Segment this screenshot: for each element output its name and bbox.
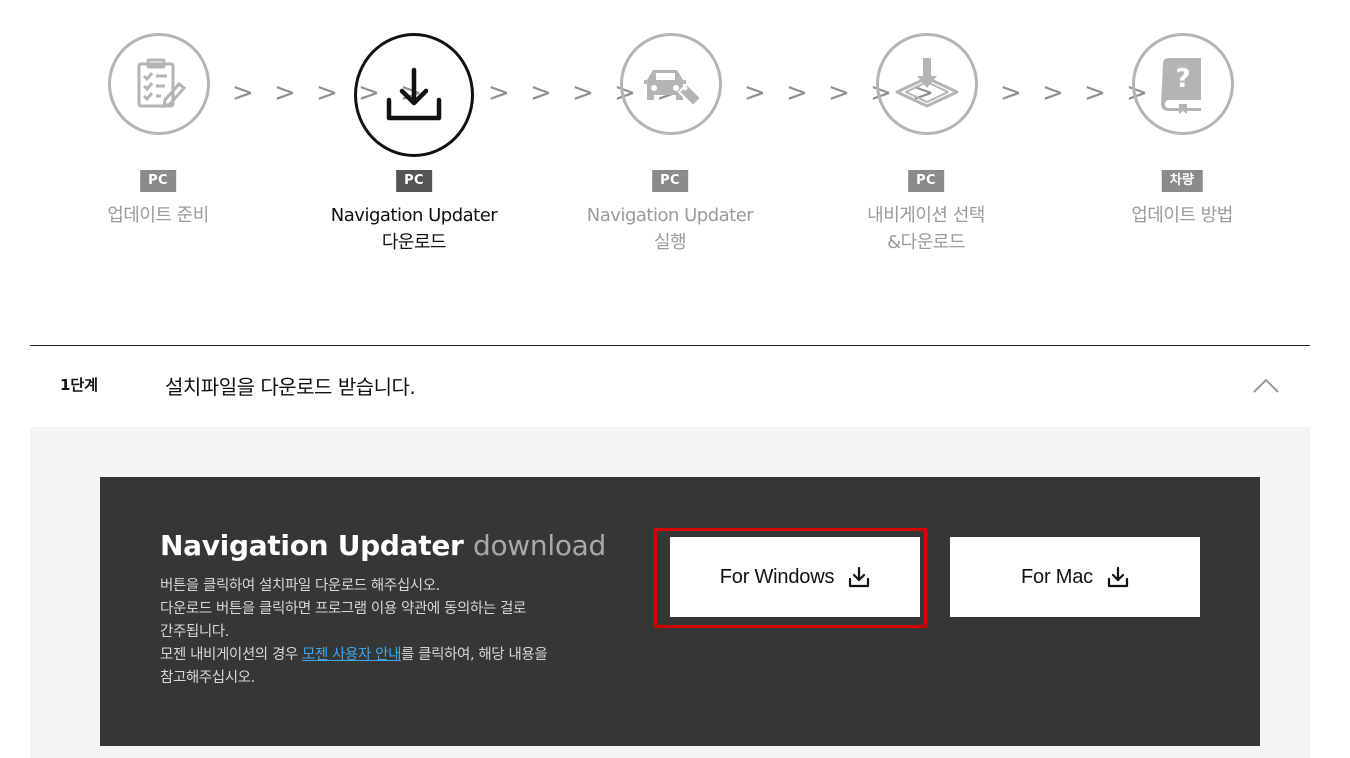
windows-button-label: For Windows xyxy=(719,565,835,588)
chevron-up-icon xyxy=(1253,378,1279,393)
step-4-label: 내비게이션 선택 &다운로드 xyxy=(867,205,985,253)
svg-text:?: ? xyxy=(1175,64,1190,94)
step-2-circle xyxy=(354,33,474,157)
step-1-label: 업데이트 준비 xyxy=(107,205,209,226)
step-4-circle xyxy=(876,33,978,135)
download-title: Navigation Updater download xyxy=(160,529,606,562)
accordion-header[interactable]: 1단계 설치파일을 다운로드 받습니다. xyxy=(30,346,1310,428)
progress-steps: PC 업데이트 준비 > > > > > PC Navigation Updat… xyxy=(0,0,1350,300)
step-2-badge: PC xyxy=(396,170,432,192)
step-1-circle xyxy=(108,33,210,135)
collapse-button[interactable] xyxy=(1248,374,1284,398)
step-5-circle: ? xyxy=(1132,33,1234,135)
map-download-icon xyxy=(895,58,959,108)
download-windows-button[interactable]: For Windows xyxy=(670,537,920,617)
download-mac-button[interactable]: For Mac xyxy=(950,537,1200,617)
help-book-icon: ? xyxy=(1161,58,1201,114)
mac-button-label: For Mac xyxy=(1021,565,1093,588)
clipboard-checklist-icon xyxy=(137,58,187,109)
step-title: 설치파일을 다운로드 받습니다. xyxy=(165,375,416,399)
download-icon xyxy=(386,67,442,121)
step-5-badge: 차량 xyxy=(1161,170,1203,192)
mozen-guide-link[interactable]: 모젠 사용자 안내 xyxy=(302,647,401,663)
download-icon xyxy=(849,566,870,588)
step-1-badge: PC xyxy=(140,170,176,192)
download-panel: Navigation Updater download 버튼을 클릭하여 설치파… xyxy=(100,477,1260,746)
step-2-label: Navigation Updater 다운로드 xyxy=(330,205,498,253)
step-3-label: Navigation Updater 실행 xyxy=(586,205,754,253)
step-number: 1단계 xyxy=(60,376,99,394)
car-usb-icon xyxy=(644,70,703,108)
download-description: 버튼을 클릭하여 설치파일 다운로드 해주십시오. 다운로드 버튼을 클릭하면 … xyxy=(160,578,548,686)
download-icon xyxy=(1107,566,1129,588)
step-5-label: 업데이트 방법 xyxy=(1131,205,1233,226)
step-3-badge: PC xyxy=(652,170,688,192)
step-3-circle xyxy=(620,33,722,135)
step-4-badge: PC xyxy=(908,170,944,192)
